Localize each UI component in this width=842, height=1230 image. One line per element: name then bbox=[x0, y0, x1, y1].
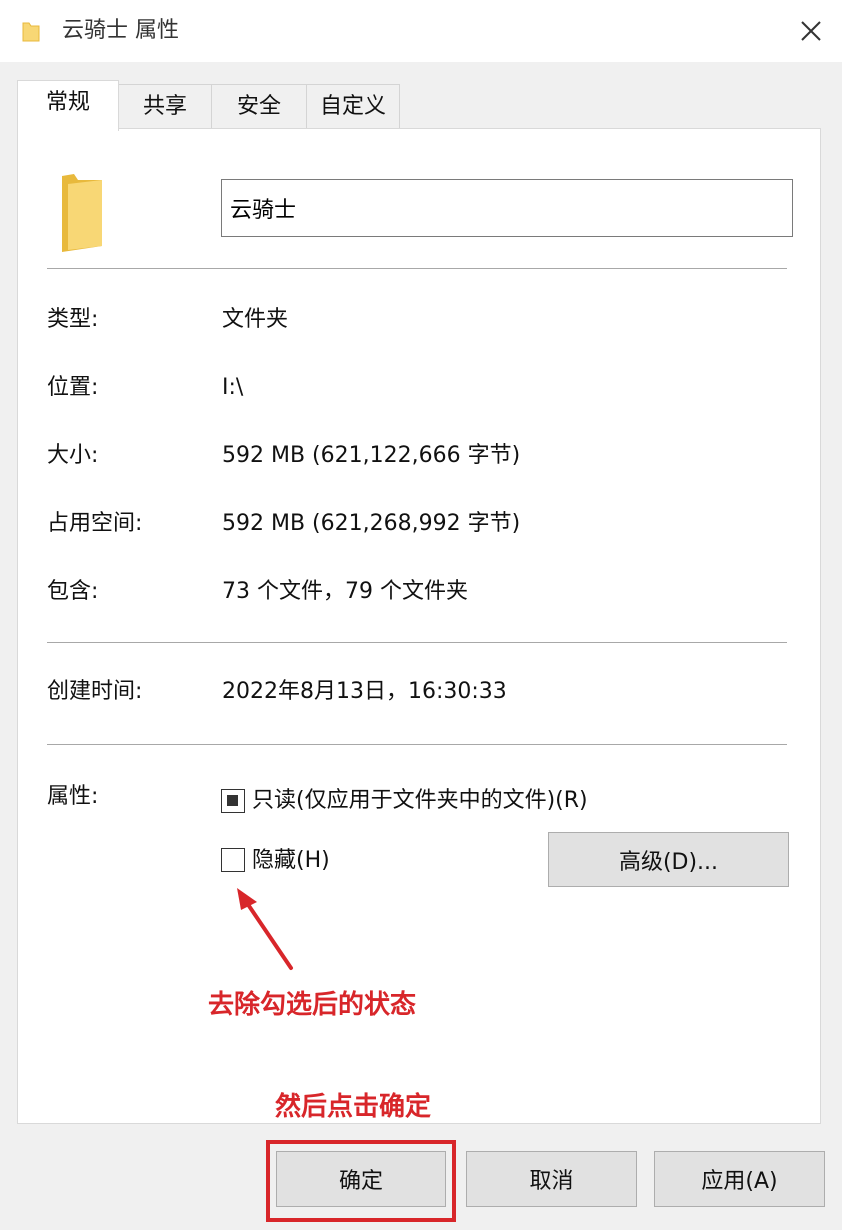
created-value: 2022年8月13日，16:30:33 bbox=[222, 679, 507, 704]
annotation-ok-note: 然后点击确定 bbox=[275, 1092, 432, 1122]
location-label: 位置: bbox=[47, 375, 99, 400]
apply-button[interactable]: 应用(A) bbox=[654, 1151, 825, 1207]
annotation-arrow-icon bbox=[237, 888, 293, 970]
attributes-label: 属性: bbox=[47, 784, 99, 809]
contains-value: 73 个文件，79 个文件夹 bbox=[222, 579, 468, 604]
ok-button[interactable]: 确定 bbox=[276, 1151, 446, 1207]
size-label: 大小: bbox=[47, 443, 99, 468]
advanced-button[interactable]: 高级(D)... bbox=[548, 832, 789, 887]
divider bbox=[47, 642, 787, 643]
location-value: I:\ bbox=[222, 375, 244, 400]
divider bbox=[47, 744, 787, 745]
hidden-checkbox[interactable] bbox=[221, 848, 245, 872]
tab-security[interactable]: 安全 bbox=[211, 84, 307, 129]
tab-security-label: 安全 bbox=[236, 94, 281, 119]
tab-sharing-label: 共享 bbox=[142, 94, 187, 119]
annotation-uncheck-note: 去除勾选后的状态 bbox=[208, 990, 417, 1020]
size-on-disk-value: 592 MB (621,268,992 字节) bbox=[222, 511, 521, 536]
type-value: 文件夹 bbox=[222, 307, 289, 332]
cancel-button[interactable]: 取消 bbox=[466, 1151, 637, 1207]
window-title: 云骑士 属性 bbox=[62, 18, 179, 43]
type-label: 类型: bbox=[47, 307, 99, 332]
size-on-disk-label: 占用空间: bbox=[47, 511, 143, 536]
hidden-label: 隐藏(H) bbox=[252, 848, 330, 873]
tab-general[interactable]: 常规 bbox=[17, 80, 119, 131]
general-panel bbox=[17, 128, 821, 1124]
folder-name-input[interactable] bbox=[221, 179, 793, 237]
folder-icon bbox=[22, 22, 40, 42]
divider bbox=[47, 268, 787, 269]
contains-label: 包含: bbox=[47, 579, 99, 604]
readonly-checkbox[interactable] bbox=[221, 789, 245, 813]
created-label: 创建时间: bbox=[47, 679, 143, 704]
tab-general-label: 常规 bbox=[45, 90, 90, 115]
tab-customize-label: 自定义 bbox=[319, 94, 386, 119]
readonly-label: 只读(仅应用于文件夹中的文件)(R) bbox=[252, 788, 588, 813]
size-value: 592 MB (621,122,666 字节) bbox=[222, 443, 521, 468]
tab-customize[interactable]: 自定义 bbox=[306, 84, 400, 129]
indeterminate-mark bbox=[227, 795, 238, 806]
tab-sharing[interactable]: 共享 bbox=[118, 84, 212, 129]
folder-large-icon bbox=[62, 174, 102, 252]
close-icon[interactable] bbox=[794, 14, 828, 48]
